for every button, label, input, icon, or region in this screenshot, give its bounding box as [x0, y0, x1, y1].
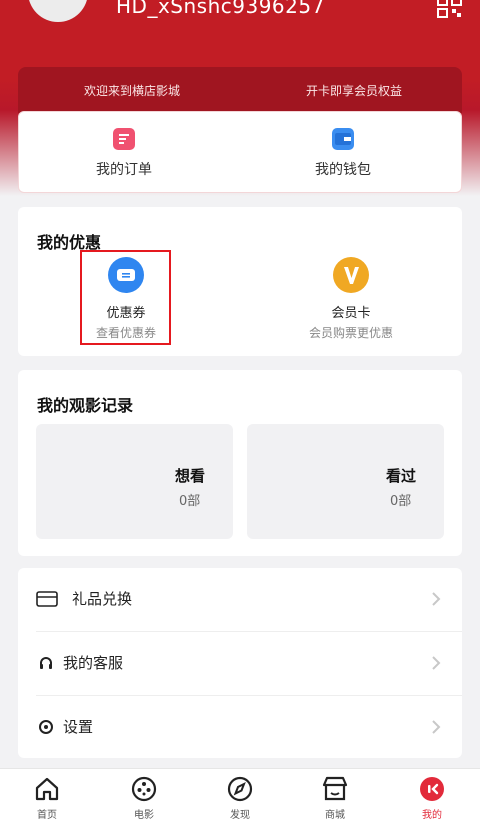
watch-history-title: 我的观影记录	[37, 396, 134, 415]
tab-home[interactable]: 首页	[17, 775, 77, 821]
headset-icon	[40, 657, 52, 669]
tab-movies-label: 电影	[134, 810, 154, 821]
film-reel-icon	[131, 776, 157, 802]
profile-icon	[420, 777, 444, 801]
username: HD_xSnshc9396257	[116, 0, 325, 18]
watched-count: 0部	[390, 494, 412, 509]
coupon-highlight-box	[80, 250, 171, 345]
want-to-watch-count: 0部	[179, 494, 201, 509]
settings-icon	[39, 720, 53, 734]
vip-card-label: 会员卡	[331, 306, 371, 321]
want-to-watch-tile[interactable]: 想看 0部	[36, 424, 233, 539]
tab-store-label: 商城	[325, 810, 345, 821]
chevron-right-icon	[432, 720, 441, 734]
home-icon	[35, 777, 59, 801]
menu-label-customer-service: 我的客服	[63, 654, 124, 672]
menu-item-gift-redeem[interactable]: 礼品兑换	[18, 568, 462, 632]
quick-actions-card: 我的订单 我的钱包	[18, 111, 462, 193]
banner-membership-link[interactable]: 开卡即享会员权益	[306, 82, 402, 99]
compass-icon	[227, 776, 253, 802]
wallet-icon	[332, 128, 354, 150]
tab-discover[interactable]: 发现	[210, 775, 270, 821]
bottom-tab-bar: 首页 电影 发现 商城 我的	[0, 768, 480, 828]
promotions-card: 我的优惠 优惠券 查看优惠券 会员卡 会员购票更优惠	[18, 207, 462, 356]
watched-label: 看过	[386, 467, 417, 485]
tab-profile[interactable]: 我的	[402, 775, 462, 821]
vip-card-subtitle: 会员购票更优惠	[308, 326, 393, 340]
my-orders-label: 我的订单	[96, 162, 152, 178]
qr-code-icon[interactable]	[437, 0, 463, 18]
menu-item-settings[interactable]: 设置	[18, 696, 462, 760]
watched-tile[interactable]: 看过 0部	[247, 424, 444, 539]
gift-card-icon	[36, 591, 58, 607]
want-to-watch-label: 想看	[175, 467, 206, 485]
watch-history-card: 我的观影记录 想看 0部 看过 0部	[18, 370, 462, 556]
chevron-right-icon	[432, 592, 441, 606]
my-orders-button[interactable]: 我的订单	[69, 128, 179, 179]
settings-menu-card: 礼品兑换 我的客服 设置	[18, 568, 462, 758]
tab-movies[interactable]: 电影	[114, 775, 174, 821]
menu-item-customer-service[interactable]: 我的客服	[18, 632, 462, 696]
tab-home-label: 首页	[37, 810, 57, 821]
member-banner[interactable]: 欢迎来到横店影城 开卡即享会员权益	[18, 67, 462, 113]
tab-discover-label: 发现	[230, 810, 250, 821]
vip-card-button[interactable]: 会员卡 会员购票更优惠	[286, 257, 416, 341]
menu-label-settings: 设置	[63, 718, 94, 736]
store-icon	[322, 776, 348, 801]
banner-welcome-text: 欢迎来到横店影城	[84, 84, 181, 98]
my-wallet-label: 我的钱包	[315, 162, 371, 178]
vip-card-icon	[333, 257, 369, 293]
tab-store[interactable]: 商城	[305, 775, 365, 821]
menu-label-gift-redeem: 礼品兑换	[72, 590, 133, 608]
tab-profile-label: 我的	[422, 810, 442, 821]
order-icon	[113, 128, 135, 150]
my-wallet-button[interactable]: 我的钱包	[288, 128, 398, 179]
chevron-right-icon	[432, 656, 441, 670]
